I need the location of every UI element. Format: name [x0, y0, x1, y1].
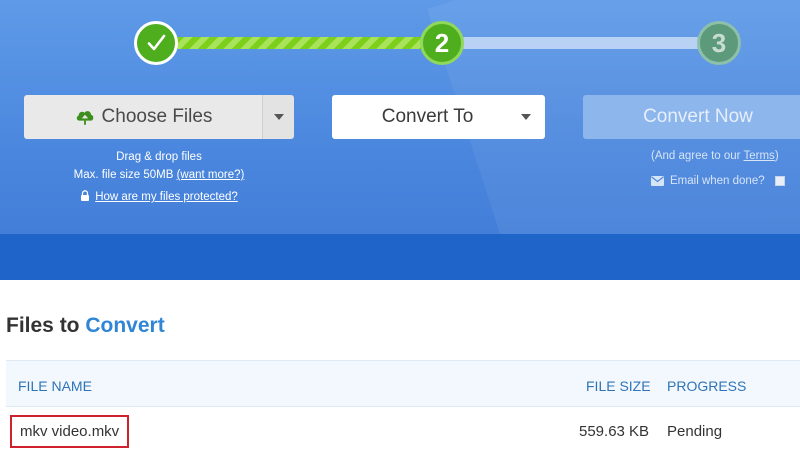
- email-when-done-row: Email when done?: [651, 175, 785, 187]
- mail-icon: [651, 176, 664, 186]
- files-protected-link[interactable]: How are my files protected?: [95, 191, 238, 203]
- step-3-number: 3: [711, 27, 727, 58]
- file-size-cell: 559.63 KB: [579, 423, 650, 440]
- max-file-size-label: Max. file size 50MB: [73, 169, 174, 181]
- convert-now-label: Convert Now: [643, 106, 753, 127]
- table-row: mkv video.mkv 559.63 KB Pending: [6, 407, 800, 453]
- files-protected-row: How are my files protected?: [24, 190, 294, 203]
- progress-track-remaining: [462, 37, 712, 49]
- terms-link[interactable]: Terms: [744, 150, 775, 162]
- choose-files-button[interactable]: Choose Files: [24, 95, 262, 139]
- step-3-upcoming: 3: [697, 21, 741, 65]
- lock-icon: [81, 190, 90, 201]
- file-name-cell: mkv video.mkv: [10, 415, 130, 448]
- drag-drop-hint: Drag & drop files: [116, 151, 202, 163]
- convert-now-button[interactable]: Convert Now: [583, 95, 800, 139]
- step-1-done: [134, 21, 178, 65]
- hero-bottom-band: [0, 234, 800, 280]
- convert-to-select[interactable]: Convert To: [332, 95, 545, 139]
- column-header-file-size: FILE SIZE: [586, 378, 651, 394]
- files-section-title: Files to Convert: [6, 314, 165, 338]
- column-header-file-name: FILE NAME: [18, 378, 92, 394]
- email-when-done-label: Email when done?: [670, 175, 765, 187]
- progress-track-completed: [176, 37, 422, 49]
- max-file-size-text: Max. file size 50MB (want more?): [24, 169, 294, 181]
- checkmark-icon: [147, 34, 166, 51]
- agree-prefix: (And agree to our: [651, 150, 744, 162]
- progress-cell: Pending: [667, 423, 723, 440]
- hero-banner: 2 3 Choose Files Convert To Convert Now …: [0, 0, 800, 280]
- agree-terms-text: (And agree to our Terms): [651, 150, 779, 162]
- agree-suffix: ): [774, 150, 779, 162]
- email-when-done-checkbox[interactable]: [774, 176, 785, 186]
- choose-files-label: Choose Files: [101, 106, 213, 127]
- convert-to-label: Convert To: [381, 106, 474, 127]
- column-header-progress: PROGRESS: [667, 378, 747, 394]
- want-more-link[interactable]: (want more?): [177, 169, 245, 181]
- files-table-header: FILE NAME FILE SIZE PROGRESS: [6, 360, 800, 407]
- chevron-down-icon: [273, 114, 284, 120]
- chevron-down-icon: [521, 114, 531, 120]
- files-title-accent: Convert: [85, 314, 165, 337]
- choose-files-dropdown-button[interactable]: [262, 95, 294, 139]
- step-2-current: 2: [420, 21, 464, 65]
- cloud-upload-icon: [76, 111, 93, 125]
- step-2-number: 2: [434, 27, 450, 58]
- files-title-prefix: Files to: [6, 314, 80, 337]
